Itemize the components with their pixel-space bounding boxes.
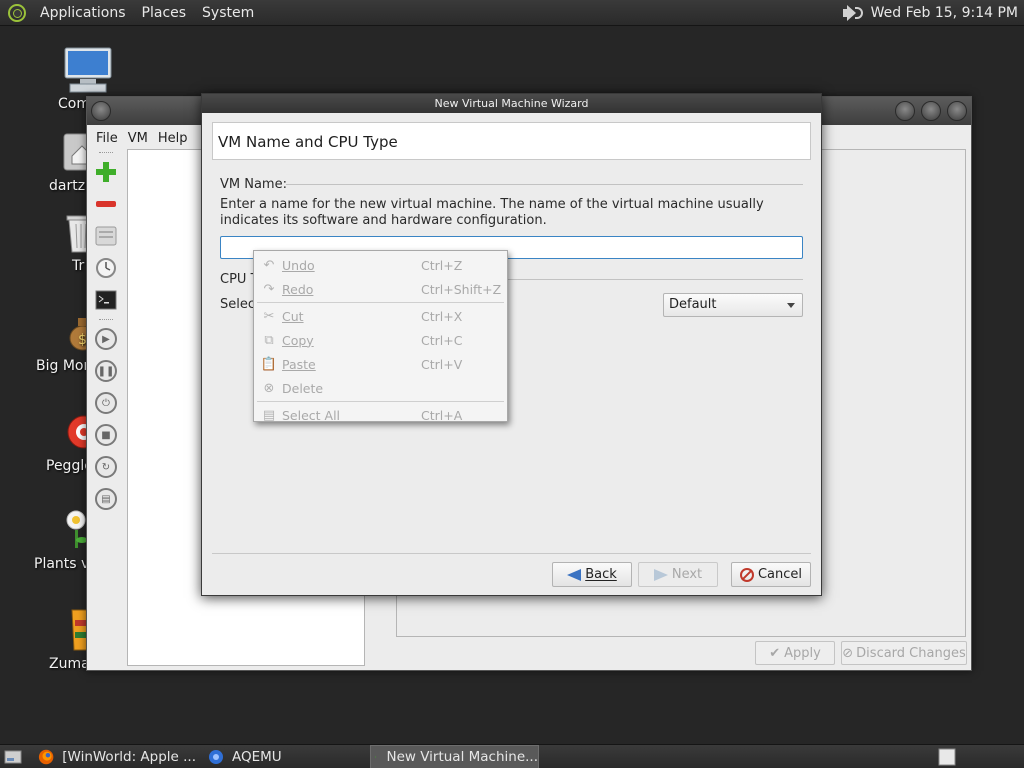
play-icon[interactable]: ▶ <box>93 326 119 352</box>
delete-icon: ⊗ <box>263 380 275 396</box>
remove-vm-icon[interactable] <box>93 191 119 217</box>
cpu-type-select[interactable]: Default <box>663 293 803 317</box>
vm-toolbar: ▶ ❚❚ ⏻ ■ ↻ ▤ <box>87 149 125 669</box>
add-vm-icon <box>375 756 377 758</box>
show-desktop-icon <box>4 750 22 764</box>
system-menu[interactable]: System <box>194 5 262 21</box>
desktop-icon-plants[interactable]: Plants vs <box>34 504 97 574</box>
stop-icon[interactable]: ■ <box>93 422 119 448</box>
toolbar-grip <box>99 152 113 153</box>
menu-separator <box>257 401 504 402</box>
cpu-type-value: Default <box>669 297 717 312</box>
toolbar-separator <box>99 319 113 320</box>
menu-item-copy[interactable]: ⧉ Copy Ctrl+C <box>254 328 507 352</box>
next-button[interactable]: Next <box>638 562 718 587</box>
vm-name-description: Enter a name for the new virtual machine… <box>220 197 764 228</box>
reset-icon[interactable]: ↻ <box>93 454 119 480</box>
menu-item-cut[interactable]: ✂ Cut Ctrl+X <box>254 304 507 328</box>
menu-item-delete[interactable]: ⊗ Delete <box>254 376 507 400</box>
power-icon[interactable]: ⏻ <box>93 390 119 416</box>
apply-button[interactable]: ✔ Apply <box>755 641 835 665</box>
clock-icon[interactable] <box>93 255 119 281</box>
firefox-icon <box>38 749 54 765</box>
menu-item-paste[interactable]: 📋 Paste Ctrl+V <box>254 352 507 376</box>
top-panel: Applications Places System Wed Feb 15, 9… <box>0 0 1024 26</box>
pause-icon[interactable]: ❚❚ <box>93 358 119 384</box>
vm-name-label: VM Name: <box>220 177 287 192</box>
taskbar-item-new-vm-wizard[interactable]: New Virtual Machine... <box>370 745 539 768</box>
clock[interactable]: Wed Feb 15, 9:14 PM <box>871 5 1018 21</box>
terminal-icon[interactable] <box>93 287 119 313</box>
computer-icon <box>64 47 112 93</box>
select-all-icon: ▤ <box>262 407 276 423</box>
places-menu[interactable]: Places <box>134 5 195 21</box>
menu-item-redo[interactable]: ↷ Redo Ctrl+Shift+Z <box>254 277 507 301</box>
back-button[interactable]: Back <box>552 562 632 587</box>
cancel-icon <box>739 567 754 582</box>
minimize-button[interactable] <box>895 101 915 121</box>
volume-icon[interactable] <box>841 4 863 22</box>
window-menu-button[interactable] <box>91 101 111 121</box>
close-button[interactable] <box>947 101 967 121</box>
maximize-button[interactable] <box>921 101 941 121</box>
gnome-foot-icon[interactable] <box>8 3 26 22</box>
vm-name-divider <box>286 184 803 185</box>
workspace-2[interactable] <box>980 745 1010 768</box>
applications-menu[interactable]: Applications <box>32 5 134 21</box>
redo-icon: ↷ <box>263 281 275 297</box>
wizard-button-divider <box>212 553 811 554</box>
undo-icon: ↶ <box>263 257 275 273</box>
wizard-titlebar[interactable]: New Virtual Machine Wizard <box>202 94 821 113</box>
discard-changes-button[interactable]: ⊘ Discard Changes <box>841 641 967 665</box>
show-desktop-button[interactable] <box>4 745 22 768</box>
add-vm-icon[interactable] <box>93 159 119 185</box>
check-icon: ✔ <box>769 645 781 661</box>
aqemu-menubar: File VM Help <box>87 127 193 149</box>
discard-icon: ⊘ <box>842 645 854 661</box>
settings-icon[interactable] <box>93 223 119 249</box>
file-menu[interactable]: File <box>87 131 123 146</box>
cancel-button[interactable]: Cancel <box>731 562 811 587</box>
back-arrow-icon <box>567 568 582 581</box>
cut-icon: ✂ <box>263 308 275 324</box>
wizard-page-title: VM Name and CPU Type <box>212 122 811 160</box>
copy-icon: ⧉ <box>264 332 274 348</box>
workspace-icon <box>938 748 956 766</box>
workspace-switcher[interactable] <box>938 745 958 768</box>
vm-menu[interactable]: VM <box>123 131 153 146</box>
next-arrow-icon <box>653 568 668 581</box>
edit-context-menu: ↶ Undo Ctrl+Z ↷ Redo Ctrl+Shift+Z ✂ Cut … <box>253 250 508 423</box>
aqemu-icon <box>209 750 223 764</box>
taskbar-item-aqemu[interactable]: AQEMU <box>206 745 316 768</box>
paste-icon: 📋 <box>260 356 278 372</box>
menu-item-undo[interactable]: ↶ Undo Ctrl+Z <box>254 253 507 277</box>
menu-separator <box>257 302 504 303</box>
help-menu[interactable]: Help <box>153 131 193 146</box>
bottom-taskbar: [WinWorld: Apple ... AQEMU New Virtual M… <box>0 744 1024 768</box>
save-icon[interactable]: ▤ <box>93 486 119 512</box>
menu-item-select-all[interactable]: ▤ Select All Ctrl+A <box>254 403 507 427</box>
taskbar-item-firefox[interactable]: [WinWorld: Apple ... <box>36 745 196 768</box>
chevron-down-icon <box>787 303 795 308</box>
